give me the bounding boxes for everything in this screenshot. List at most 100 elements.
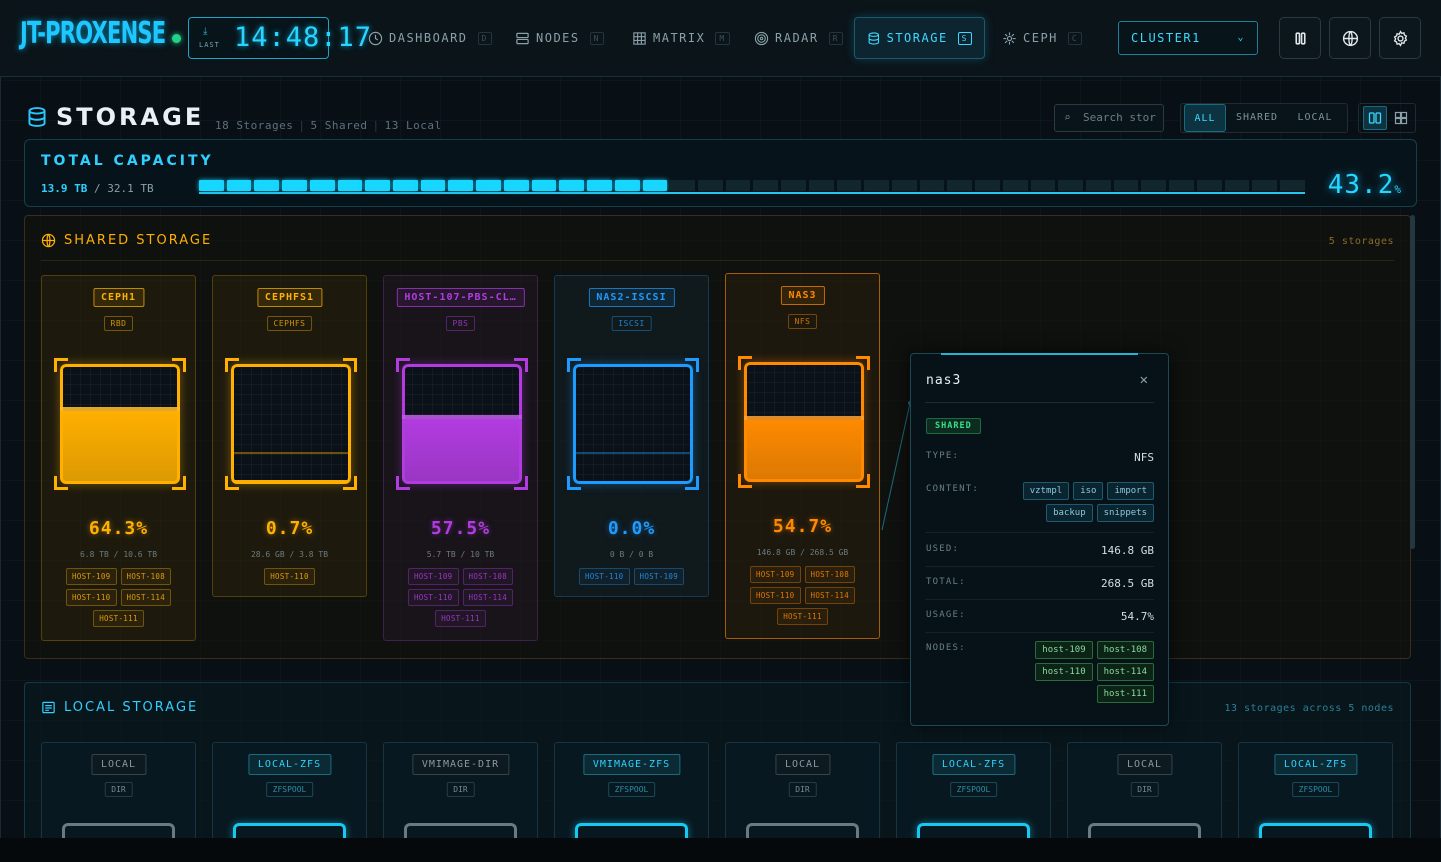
divider bbox=[41, 260, 1394, 261]
tank-corner bbox=[172, 358, 186, 372]
pause-button[interactable] bbox=[1279, 17, 1321, 59]
host-list: HOST-110 HOST-109 bbox=[561, 568, 702, 585]
chevron-down-icon: ⌄ bbox=[1237, 32, 1245, 43]
tank-corner bbox=[856, 474, 870, 488]
host-chip[interactable]: HOST-111 bbox=[435, 610, 486, 627]
tank-view-button[interactable] bbox=[1363, 106, 1387, 130]
host-chip[interactable]: HOST-111 bbox=[93, 610, 144, 627]
nav-nodes[interactable]: NODES N bbox=[503, 17, 616, 59]
app-logo[interactable]: JT-PROXENSE bbox=[20, 16, 166, 51]
storage-card[interactable]: NAS3 NFS 54.7% 146.8 GB / 268.5 GB HOST-109 H… bbox=[725, 273, 880, 639]
local-storage-card[interactable]: LOCAL DIR bbox=[725, 742, 880, 853]
storage-type-badge: DIR bbox=[788, 782, 817, 797]
nav-dashboard[interactable]: DASHBOARD D bbox=[356, 17, 504, 59]
host-chip[interactable]: HOST-109 bbox=[749, 566, 801, 583]
host-chip[interactable]: HOST-110 bbox=[264, 568, 315, 585]
nav-radar[interactable]: RADAR R bbox=[742, 17, 855, 59]
host-chip[interactable]: HOST-114 bbox=[804, 587, 856, 604]
last-update-clock[interactable]: ⤓ LAST 14:48:17 bbox=[188, 17, 371, 59]
local-storage-card[interactable]: LOCAL-ZFS ZFSPOOL bbox=[212, 742, 367, 853]
host-chip[interactable]: HOST-109 bbox=[407, 568, 459, 585]
usage-percent: 0.0% bbox=[607, 518, 656, 539]
tank-fill bbox=[60, 406, 180, 484]
host-chip[interactable]: HOST-110 bbox=[749, 587, 801, 604]
content-chip: backup bbox=[1046, 504, 1093, 522]
node-chip[interactable]: host-108 bbox=[1096, 641, 1154, 659]
database-icon bbox=[26, 105, 48, 133]
node-chip[interactable]: host-111 bbox=[1096, 685, 1154, 703]
nav-storage[interactable]: STORAGE S bbox=[854, 17, 985, 59]
storage-card[interactable]: NAS2-ISCSI ISCSI 0.0% 0 B / 0 B HOST-110 HOST… bbox=[554, 275, 709, 597]
local-storage-card[interactable]: LOCAL DIR bbox=[1067, 742, 1222, 853]
download-icon: ⤓ bbox=[203, 26, 208, 37]
cluster-select[interactable]: CLUSTER1 ⌄ bbox=[1118, 21, 1258, 55]
filter-all[interactable]: ALL bbox=[1184, 104, 1226, 132]
tank-corner bbox=[856, 356, 870, 370]
host-chip[interactable]: HOST-111 bbox=[777, 608, 828, 625]
storage-card[interactable]: CEPHFS1 CEPHFS 0.7% 28.6 GB / 3.8 TB HOST-11… bbox=[212, 275, 367, 597]
host-chip[interactable]: HOST-109 bbox=[65, 568, 117, 585]
capacity-segment bbox=[448, 180, 474, 191]
storage-name: VMIMAGE-DIR bbox=[411, 754, 510, 775]
host-chip[interactable]: HOST-108 bbox=[462, 568, 514, 585]
grid-view-icon bbox=[1394, 111, 1408, 125]
storage-tank bbox=[738, 356, 870, 488]
capacity-segment bbox=[1002, 180, 1028, 191]
grid-icon bbox=[633, 31, 646, 45]
host-chip[interactable]: HOST-110 bbox=[578, 568, 630, 585]
local-storage-card[interactable]: VMIMAGE-DIR DIR bbox=[383, 742, 538, 853]
content-chip: import bbox=[1107, 482, 1154, 500]
nav-ceph[interactable]: CEPH C bbox=[990, 17, 1094, 59]
host-chip[interactable]: HOST-108 bbox=[804, 566, 856, 583]
grid-view-button[interactable] bbox=[1389, 106, 1413, 130]
nodes-label: NODES: bbox=[926, 643, 966, 653]
tank-corner bbox=[685, 358, 699, 372]
host-chip[interactable]: HOST-114 bbox=[120, 589, 172, 606]
settings-button[interactable] bbox=[1379, 17, 1421, 59]
node-chip[interactable]: host-110 bbox=[1035, 663, 1093, 681]
capacity-segment bbox=[199, 180, 224, 191]
used-value: 146.8 GB bbox=[1101, 544, 1154, 557]
globe-icon bbox=[41, 233, 56, 248]
capacity-segment bbox=[1030, 180, 1056, 191]
divider bbox=[925, 566, 1154, 567]
capacity-percent: 43.2% bbox=[1328, 170, 1402, 200]
nav-matrix[interactable]: MATRIX M bbox=[620, 17, 742, 59]
tank-interior bbox=[573, 364, 693, 484]
host-chip[interactable]: HOST-114 bbox=[462, 589, 514, 606]
page-title: STORAGE bbox=[56, 103, 205, 131]
database-icon bbox=[868, 31, 880, 45]
storage-card[interactable]: CEPH1 RBD 64.3% 6.8 TB / 10.6 TB HOST-109 HOS… bbox=[41, 275, 196, 641]
tank-corner bbox=[567, 358, 581, 372]
local-storage-card[interactable]: LOCAL-ZFS ZFSPOOL bbox=[1238, 742, 1393, 853]
local-storage-card[interactable]: LOCAL DIR bbox=[41, 742, 196, 853]
local-storage-card[interactable]: LOCAL-ZFS ZFSPOOL bbox=[896, 742, 1051, 853]
close-icon[interactable]: ✕ bbox=[1140, 372, 1148, 388]
capacity-title: TOTAL CAPACITY bbox=[41, 153, 214, 169]
node-chip[interactable]: host-109 bbox=[1035, 641, 1093, 659]
capacity-segment bbox=[1280, 180, 1305, 191]
host-chip[interactable]: HOST-110 bbox=[65, 589, 117, 606]
tank-corner bbox=[54, 358, 68, 372]
filter-local[interactable]: LOCAL bbox=[1289, 104, 1341, 132]
node-chip[interactable]: host-114 bbox=[1096, 663, 1154, 681]
tank-corner bbox=[343, 476, 357, 490]
scrollbar[interactable] bbox=[1410, 215, 1415, 549]
local-storage-card[interactable]: VMIMAGE-ZFS ZFSPOOL bbox=[554, 742, 709, 853]
filter-shared[interactable]: SHARED bbox=[1231, 104, 1283, 132]
language-button[interactable] bbox=[1329, 17, 1371, 59]
storage-card[interactable]: HOST-107-PBS-CL… PBS 57.5% 5.7 TB / 10 TB HO… bbox=[383, 275, 538, 641]
capacity-segment bbox=[1224, 180, 1250, 191]
usage-percent: 0.7% bbox=[265, 518, 314, 539]
tank-corner bbox=[172, 476, 186, 490]
tank-corner bbox=[738, 356, 752, 370]
host-chip[interactable]: HOST-110 bbox=[407, 589, 459, 606]
search-input[interactable]: ⌕ Search stor bbox=[1054, 104, 1164, 132]
capacity-percent-value: 43.2 bbox=[1327, 170, 1395, 200]
host-list: HOST-110 bbox=[219, 568, 360, 585]
host-chip[interactable]: HOST-108 bbox=[120, 568, 172, 585]
storage-tank bbox=[396, 358, 528, 490]
host-chip[interactable]: HOST-109 bbox=[633, 568, 685, 585]
capacity-segment bbox=[531, 180, 557, 191]
shared-count: 5 Shared bbox=[310, 119, 368, 132]
